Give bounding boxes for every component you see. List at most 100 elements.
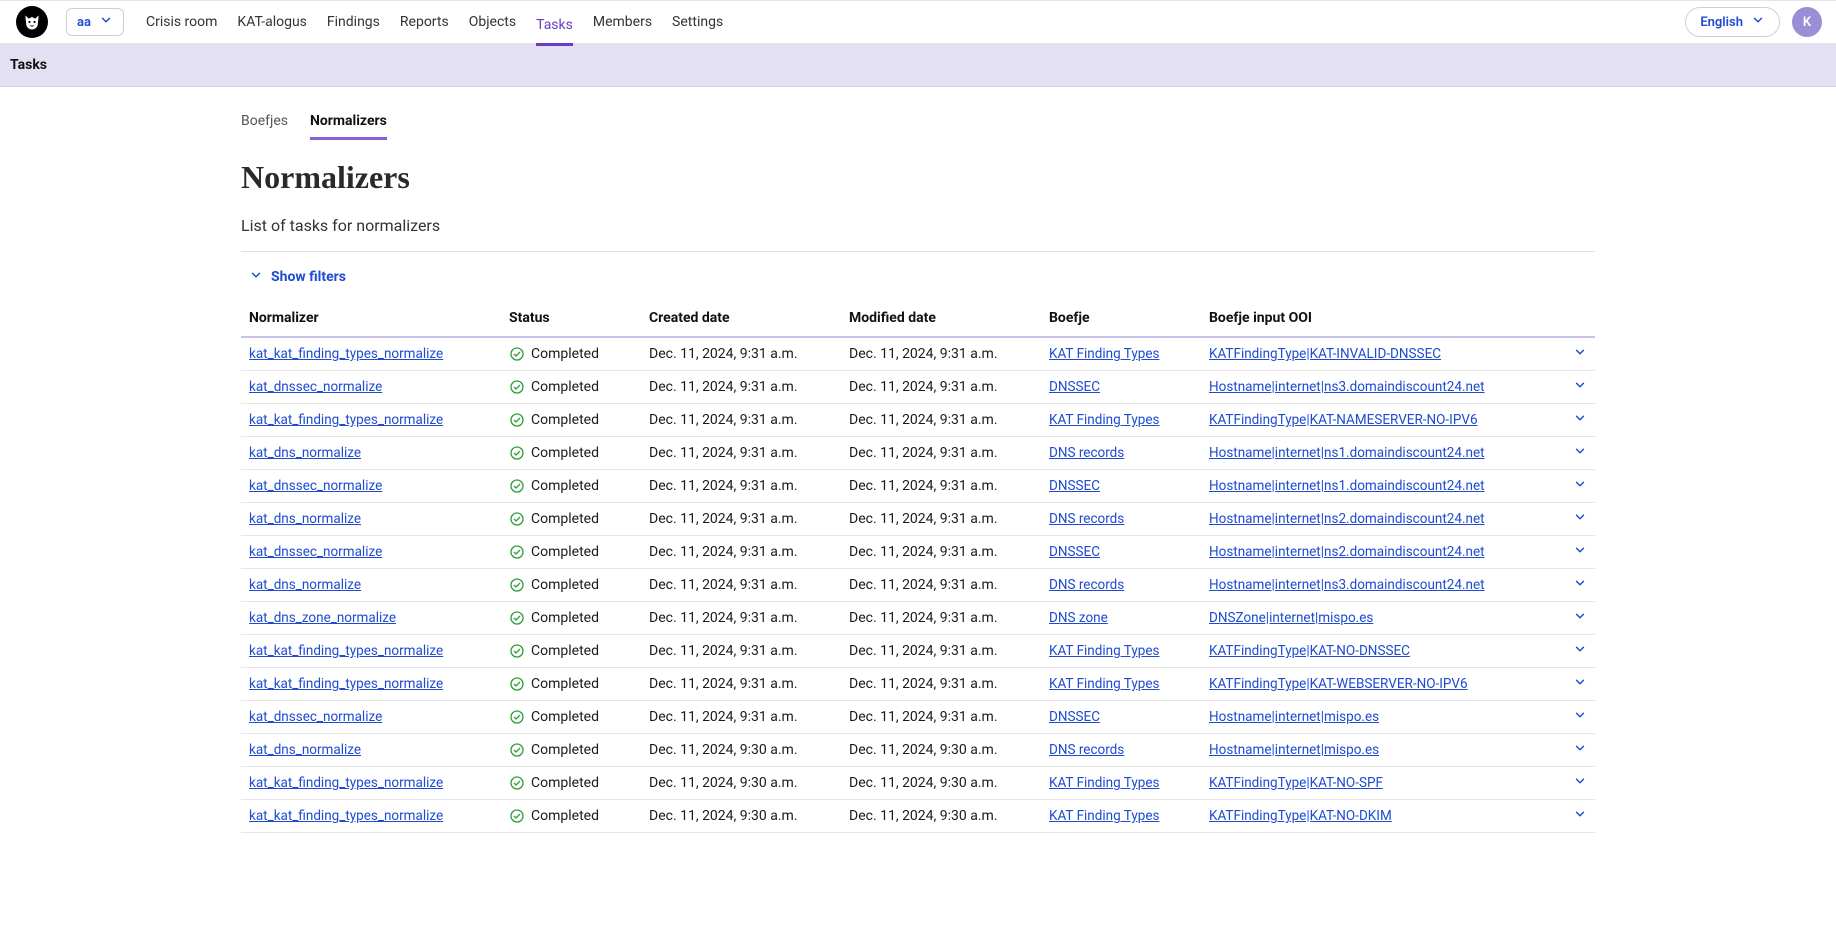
logo[interactable] <box>16 6 48 38</box>
expand-row-toggle[interactable] <box>1573 411 1587 425</box>
normalizer-link[interactable]: kat_kat_finding_types_normalize <box>249 808 443 824</box>
table-row: kat_kat_finding_types_normalize Completed… <box>241 668 1595 701</box>
nav-link-findings[interactable]: Findings <box>327 8 380 36</box>
normalizer-link[interactable]: kat_dns_normalize <box>249 577 361 593</box>
ooi-link[interactable]: KATFindingType|KAT-NAMESERVER-NO-IPV6 <box>1209 412 1478 428</box>
boefje-link[interactable]: KAT Finding Types <box>1049 676 1159 692</box>
expand-row-toggle[interactable] <box>1573 576 1587 590</box>
expand-row-toggle[interactable] <box>1573 609 1587 623</box>
expand-row-toggle[interactable] <box>1573 543 1587 557</box>
tasks-table: Normalizer Status Created date Modified … <box>241 300 1595 833</box>
table-row: kat_kat_finding_types_normalizeCompleted… <box>241 404 1595 437</box>
nav-link-reports[interactable]: Reports <box>400 8 449 36</box>
ooi-link[interactable]: KATFindingType|KAT-NO-DKIM <box>1209 808 1392 824</box>
ooi-link[interactable]: Hostname|internet|mispo.es <box>1209 709 1379 725</box>
created-date: Dec. 11, 2024, 9:30 a.m. <box>641 800 841 833</box>
ooi-link[interactable]: KATFindingType|KAT-INVALID-DNSSEC <box>1209 346 1441 362</box>
nav-link-settings[interactable]: Settings <box>672 8 723 36</box>
boefje-link[interactable]: KAT Finding Types <box>1049 412 1159 428</box>
normalizer-link[interactable]: kat_kat_finding_types_normalize <box>249 775 443 791</box>
expand-row-toggle[interactable] <box>1573 675 1587 689</box>
status-cell: Completed <box>509 775 633 791</box>
normalizer-link[interactable]: kat_dnssec_normalize <box>249 709 382 725</box>
ooi-link[interactable]: KATFindingType|KAT-WEBSERVER-NO-IPV6 <box>1209 676 1468 692</box>
check-circle-icon <box>509 577 525 593</box>
ooi-link[interactable]: KATFindingType|KAT-NO-DNSSEC <box>1209 643 1410 659</box>
boefje-link[interactable]: DNSSEC <box>1049 709 1100 725</box>
normalizer-link[interactable]: kat_kat_finding_types_normalize <box>249 346 443 362</box>
ooi-link[interactable]: KATFindingType|KAT-NO-SPF <box>1209 775 1383 791</box>
ooi-link[interactable]: Hostname|internet|ns3.domaindiscount24.n… <box>1209 577 1485 593</box>
normalizer-link[interactable]: kat_kat_finding_types_normalize <box>249 676 443 692</box>
normalizer-link[interactable]: kat_dns_normalize <box>249 511 361 527</box>
show-filters-toggle[interactable]: Show filters <box>241 260 1595 300</box>
boefje-link[interactable]: KAT Finding Types <box>1049 643 1159 659</box>
nav-link-crisis-room[interactable]: Crisis room <box>146 8 217 36</box>
boefje-link[interactable]: KAT Finding Types <box>1049 808 1159 824</box>
check-circle-icon <box>509 445 525 461</box>
boefje-link[interactable]: KAT Finding Types <box>1049 775 1159 791</box>
normalizer-link[interactable]: kat_dns_normalize <box>249 445 361 461</box>
created-date: Dec. 11, 2024, 9:31 a.m. <box>641 437 841 470</box>
show-filters-label: Show filters <box>271 269 346 285</box>
expand-row-toggle[interactable] <box>1573 741 1587 755</box>
boefje-link[interactable]: KAT Finding Types <box>1049 346 1159 362</box>
boefje-link[interactable]: DNS records <box>1049 577 1124 593</box>
created-date: Dec. 11, 2024, 9:31 a.m. <box>641 668 841 701</box>
table-row: kat_dns_normalizeCompletedDec. 11, 2024,… <box>241 734 1595 767</box>
expand-row-toggle[interactable] <box>1573 510 1587 524</box>
status-text: Completed <box>531 610 599 626</box>
ooi-link[interactable]: Hostname|internet|ns1.domaindiscount24.n… <box>1209 478 1485 494</box>
nav-link-objects[interactable]: Objects <box>469 8 516 36</box>
ooi-link[interactable]: Hostname|internet|ns2.domaindiscount24.n… <box>1209 544 1485 560</box>
org-selector[interactable]: aa <box>66 8 124 36</box>
boefje-link[interactable]: DNSSEC <box>1049 478 1100 494</box>
col-header-expand <box>1555 300 1595 337</box>
normalizer-link[interactable]: kat_kat_finding_types_normalize <box>249 412 443 428</box>
expand-row-toggle[interactable] <box>1573 807 1587 821</box>
expand-row-toggle[interactable] <box>1573 774 1587 788</box>
boefje-link[interactable]: DNS records <box>1049 445 1124 461</box>
status-text: Completed <box>531 709 599 725</box>
modified-date: Dec. 11, 2024, 9:31 a.m. <box>841 635 1041 668</box>
nav-link-kat-alogus[interactable]: KAT-alogus <box>237 8 306 36</box>
status-text: Completed <box>531 676 599 692</box>
modified-date: Dec. 11, 2024, 9:30 a.m. <box>841 800 1041 833</box>
col-header-modified: Modified date <box>841 300 1041 337</box>
created-date: Dec. 11, 2024, 9:31 a.m. <box>641 569 841 602</box>
boefje-link[interactable]: DNSSEC <box>1049 544 1100 560</box>
ooi-link[interactable]: Hostname|internet|ns3.domaindiscount24.n… <box>1209 379 1485 395</box>
ooi-link[interactable]: Hostname|internet|ns1.domaindiscount24.n… <box>1209 445 1485 461</box>
expand-row-toggle[interactable] <box>1573 345 1587 359</box>
ooi-link[interactable]: Hostname|internet|ns2.domaindiscount24.n… <box>1209 511 1485 527</box>
nav-link-members[interactable]: Members <box>593 8 652 36</box>
expand-row-toggle[interactable] <box>1573 642 1587 656</box>
check-circle-icon <box>509 676 525 692</box>
ooi-link[interactable]: DNSZone|internet|mispo.es <box>1209 610 1373 626</box>
normalizer-link[interactable]: kat_dnssec_normalize <box>249 478 382 494</box>
boefje-link[interactable]: DNS records <box>1049 742 1124 758</box>
normalizer-link[interactable]: kat_dns_zone_normalize <box>249 610 396 626</box>
language-selector[interactable]: English <box>1685 7 1780 37</box>
boefje-link[interactable]: DNSSEC <box>1049 379 1100 395</box>
expand-row-toggle[interactable] <box>1573 444 1587 458</box>
ooi-link[interactable]: Hostname|internet|mispo.es <box>1209 742 1379 758</box>
tab-normalizers[interactable]: Normalizers <box>310 113 387 140</box>
expand-row-toggle[interactable] <box>1573 708 1587 722</box>
boefje-link[interactable]: DNS zone <box>1049 610 1108 626</box>
avatar[interactable]: K <box>1792 7 1822 37</box>
status-cell: Completed <box>509 379 633 395</box>
created-date: Dec. 11, 2024, 9:31 a.m. <box>641 371 841 404</box>
expand-row-toggle[interactable] <box>1573 477 1587 491</box>
normalizer-link[interactable]: kat_dnssec_normalize <box>249 379 382 395</box>
expand-row-toggle[interactable] <box>1573 378 1587 392</box>
normalizer-link[interactable]: kat_dns_normalize <box>249 742 361 758</box>
boefje-link[interactable]: DNS records <box>1049 511 1124 527</box>
tab-boefjes[interactable]: Boefjes <box>241 113 288 140</box>
normalizer-link[interactable]: kat_kat_finding_types_normalize <box>249 643 443 659</box>
normalizer-link[interactable]: kat_dnssec_normalize <box>249 544 382 560</box>
top-nav: aa Crisis room KAT-alogus Findings Reports O… <box>0 0 1836 44</box>
nav-link-tasks[interactable]: Tasks <box>536 11 573 46</box>
modified-date: Dec. 11, 2024, 9:31 a.m. <box>841 701 1041 734</box>
created-date: Dec. 11, 2024, 9:30 a.m. <box>641 734 841 767</box>
